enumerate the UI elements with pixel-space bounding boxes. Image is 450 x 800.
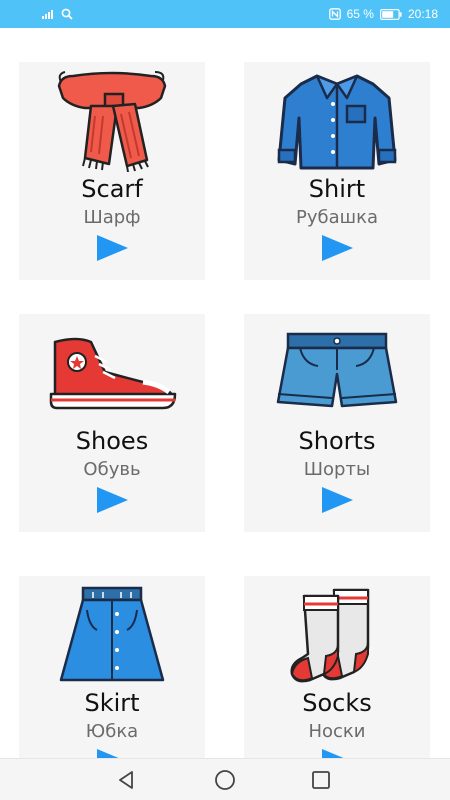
word-card-socks[interactable]: Socks Носки (244, 576, 430, 758)
play-icon (322, 487, 353, 513)
back-button[interactable] (114, 767, 140, 793)
word-card-shirt[interactable]: Shirt Рубашка (244, 62, 430, 280)
word-grid[interactable]: Scarf Шарф Shirt Рубашка Shoes Обувь Sho… (0, 28, 450, 758)
play-icon (97, 487, 128, 513)
status-bar: 65 % 20:18 (0, 0, 450, 28)
shorts-icon (244, 318, 430, 426)
word-card-skirt[interactable]: Skirt Юбка (19, 576, 205, 758)
battery-icon (379, 8, 402, 20)
word-russian: Носки (308, 721, 366, 742)
shirt-icon (244, 66, 430, 174)
skirt-icon (19, 580, 205, 688)
word-english: Shorts (298, 427, 376, 455)
word-card-scarf[interactable]: Scarf Шарф (19, 62, 205, 280)
word-russian: Рубашка (295, 207, 378, 228)
signal-icon (42, 9, 56, 19)
status-right: 65 % 20:18 (328, 6, 438, 22)
word-english: Socks (302, 689, 372, 717)
play-button[interactable] (95, 748, 129, 758)
word-english: Shoes (75, 427, 149, 455)
word-english: Scarf (81, 175, 143, 203)
word-card-shorts[interactable]: Shorts Шорты (244, 314, 430, 532)
scarf-icon (19, 66, 205, 174)
word-russian: Обувь (83, 459, 141, 480)
home-icon (215, 770, 235, 790)
play-icon (97, 235, 128, 261)
play-icon (97, 749, 119, 758)
navigation-bar (0, 758, 450, 800)
recents-icon (312, 771, 330, 789)
play-button[interactable] (320, 486, 354, 514)
play-button[interactable] (95, 486, 129, 514)
word-russian: Шорты (303, 459, 371, 480)
status-left (42, 6, 73, 22)
word-card-shoes[interactable]: Shoes Обувь (19, 314, 205, 532)
back-icon (119, 771, 133, 789)
shoe-icon (19, 318, 205, 426)
word-russian: Юбка (85, 721, 139, 742)
search-icon (61, 8, 73, 20)
word-english: Skirt (84, 689, 140, 717)
play-button[interactable] (320, 748, 354, 758)
socks-icon (244, 580, 430, 688)
word-russian: Шарф (83, 207, 141, 228)
play-button[interactable] (320, 234, 354, 262)
nfc-icon (328, 8, 341, 20)
home-button[interactable] (212, 767, 238, 793)
recents-button[interactable] (308, 767, 334, 793)
word-english: Shirt (308, 175, 366, 203)
battery-percent: 65 % (346, 7, 374, 21)
play-button[interactable] (95, 234, 129, 262)
play-icon (322, 749, 344, 758)
clock: 20:18 (407, 7, 438, 21)
play-icon (322, 235, 353, 261)
